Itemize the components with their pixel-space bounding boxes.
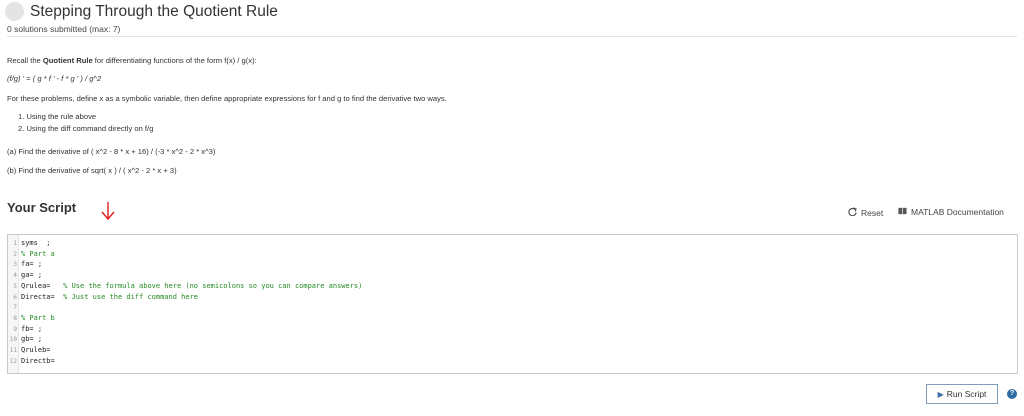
code-line[interactable]: 5 Qrulea= % Use the formula above here (n…: [8, 281, 1017, 292]
instructions-text: For these problems, define x as a symbol…: [7, 94, 447, 103]
code-line[interactable]: 4 ga= ;: [8, 270, 1017, 281]
code-text: Directa=: [21, 292, 64, 301]
code-editor[interactable]: 1 syms ; 2% Part a 3 fa= ; 4 ga= ; 5 Qrulea= % U…: [7, 234, 1018, 374]
code-line[interactable]: 10 gb= ;: [8, 334, 1017, 345]
code-line[interactable]: 3 fa= ;: [8, 259, 1017, 270]
list-item: 1. Using the rule above: [18, 112, 97, 121]
part-b-text: (b) Find the derivative of sqrt( x ) / (…: [7, 166, 177, 175]
code-line[interactable]: 8% Part b: [8, 313, 1017, 324]
part-a-text: (a) Find the derivative of ( x^2 - 8 * x…: [7, 147, 216, 156]
run-label: Run Script: [946, 389, 987, 399]
code-comment: % Part b: [21, 313, 55, 322]
code-comment: % Just use the diff command here: [63, 292, 199, 301]
circle-status-icon: [5, 2, 24, 21]
run-script-button[interactable]: ▶ Run Script: [926, 384, 998, 404]
code-line[interactable]: 1 syms ;: [8, 238, 1017, 249]
code-text: syms ;: [21, 239, 51, 247]
code-text: ga= ;: [21, 271, 43, 280]
question-icon[interactable]: ?: [1007, 389, 1017, 399]
play-icon: ▶: [937, 389, 944, 399]
code-text: fb= ;: [21, 324, 43, 333]
reset-button[interactable]: Reset: [848, 207, 883, 218]
script-heading: Your Script: [7, 200, 77, 215]
code-comment: % Part a: [21, 249, 55, 258]
list-item: 2. Using the diff command directly on f/…: [18, 124, 154, 133]
submissions-count: 0 solutions submitted (max: 7): [7, 24, 121, 34]
page-title: Stepping Through the Quotient Rule: [30, 2, 278, 20]
code-line[interactable]: 11 Qruleb=: [8, 345, 1017, 356]
recall-text: Recall the Quotient Rule for differentia…: [7, 56, 257, 65]
code-text: Qrulea=: [21, 281, 64, 290]
code-text: Directb=: [21, 356, 55, 365]
book-icon: [898, 207, 907, 217]
code-text: gb= ;: [21, 335, 43, 344]
code-line[interactable]: 12 Directb=: [8, 356, 1017, 367]
code-comment: % Use the formula above here (no semicol…: [63, 281, 363, 290]
line-number: 12: [9, 357, 17, 365]
code-line[interactable]: 2% Part a: [8, 249, 1017, 260]
code-text: Qruleb=: [21, 346, 51, 354]
red-arrow-icon: [101, 202, 115, 221]
code-line[interactable]: 7: [8, 302, 1017, 313]
code-line[interactable]: 6 Directa= % Just use the diff command he…: [8, 292, 1017, 303]
formula-text: (f/g) ' = ( g * f ' - f * g ' ) / g^2: [7, 74, 102, 83]
docs-label: MATLAB Documentation: [911, 207, 1004, 217]
divider: [7, 36, 1017, 37]
reset-label: Reset: [861, 207, 884, 218]
code-text: fa= ;: [21, 260, 43, 269]
matlab-documentation-link[interactable]: MATLAB Documentation: [898, 207, 1004, 217]
problem-header: Stepping Through the Quotient Rule: [5, 2, 278, 21]
refresh-icon: [848, 207, 857, 218]
code-line[interactable]: 9 fb= ;: [8, 324, 1017, 335]
